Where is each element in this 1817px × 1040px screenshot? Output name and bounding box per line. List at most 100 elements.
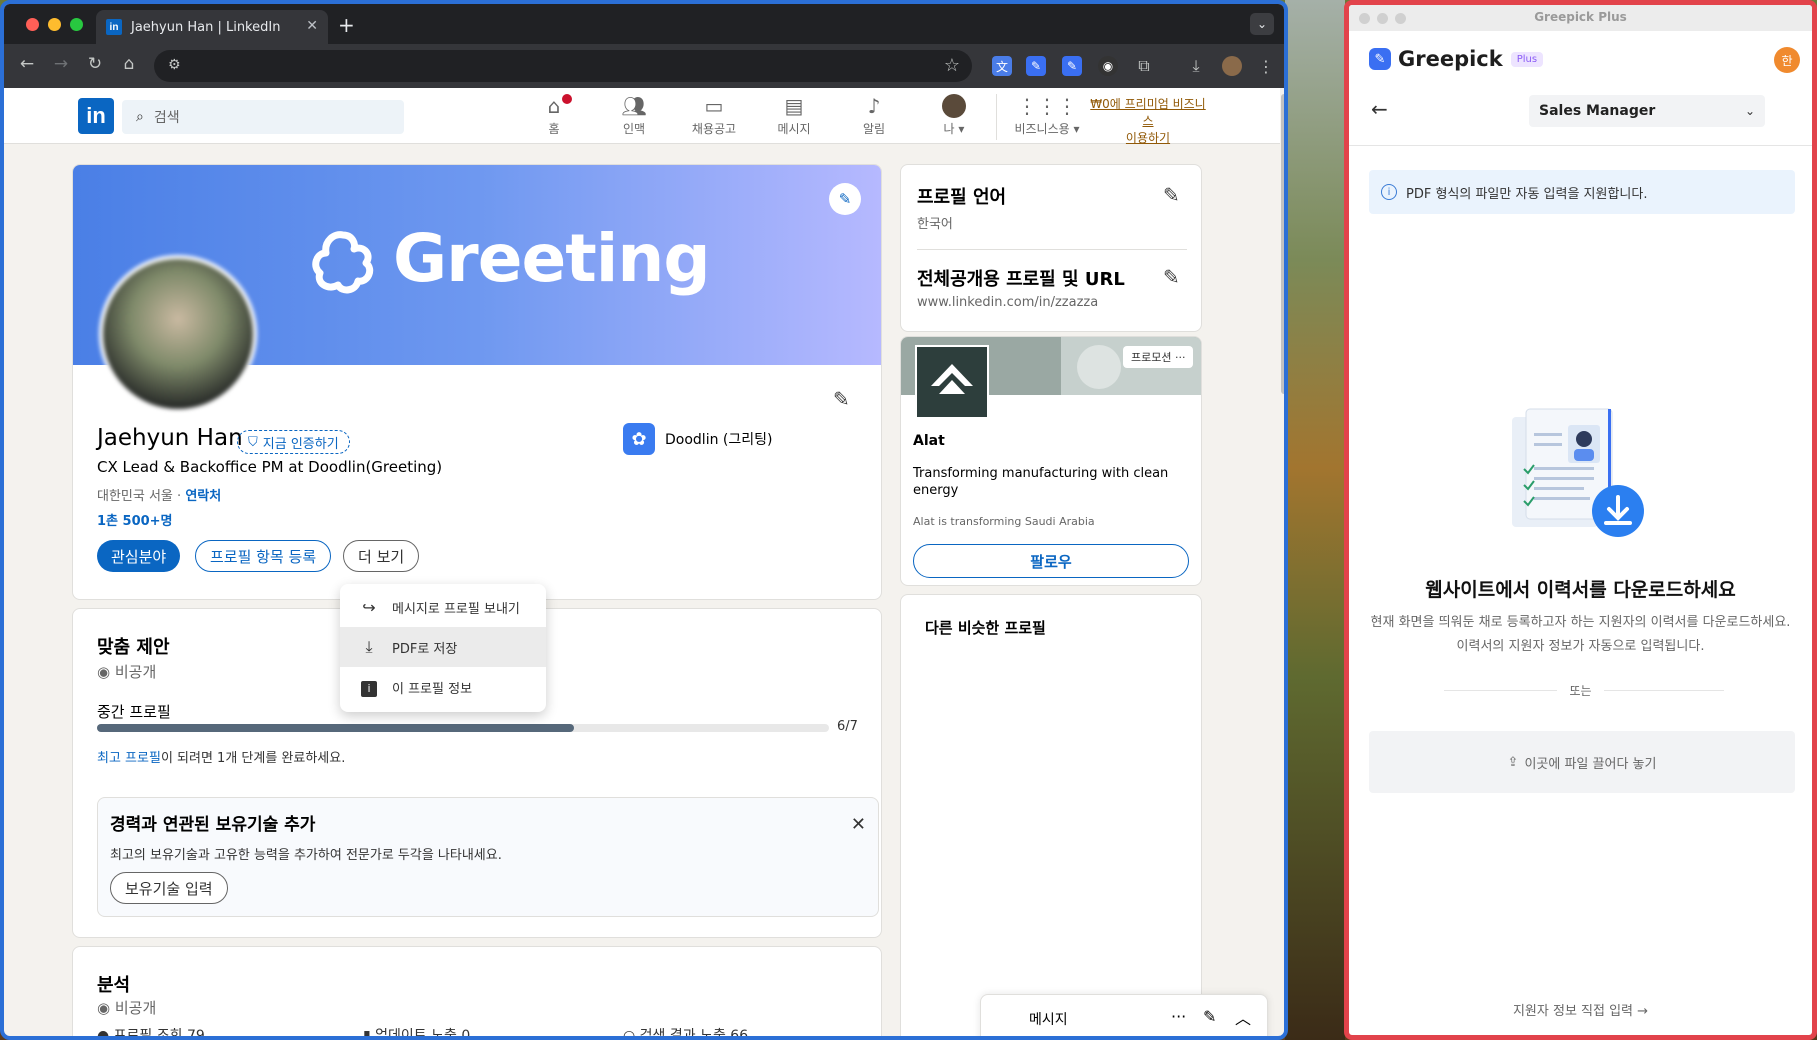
window-controls	[26, 18, 83, 31]
nav-network[interactable]: 👥︎ 인맥	[596, 94, 672, 137]
minimize-window-button[interactable]	[48, 18, 61, 31]
me-avatar-icon	[916, 94, 992, 120]
page-scrollbar[interactable]	[1280, 88, 1284, 1036]
edit-url-icon[interactable]: ✎	[1163, 265, 1180, 289]
close-window-button[interactable]	[1359, 13, 1370, 24]
search-input[interactable]: ⌕ 검색	[122, 100, 404, 134]
nav-jobs-label: 채용공고	[691, 122, 737, 136]
or-label: 또는	[1349, 682, 1812, 699]
dismiss-icon[interactable]: ✕	[851, 814, 866, 835]
scrollbar-thumb[interactable]	[1281, 94, 1284, 394]
stat-post-impressions[interactable]: ▮ 업데이트 노출 0	[363, 1025, 470, 1036]
download-desc1: 현재 화면을 띄워둔 채로 등록하고자 하는 지원자의 이력서를 다운로드하세요…	[1370, 615, 1791, 630]
nav-messaging[interactable]: ▤ 메시지	[756, 94, 832, 137]
greepick-plus-extension-icon[interactable]: ✎	[1062, 56, 1082, 76]
skills-suggestion-box: 경력과 연관된 보유기술 추가 최고의 보유기술과 고유한 능력을 추가하여 전…	[97, 797, 879, 917]
search-placeholder: 검색	[153, 110, 180, 126]
more-options-icon[interactable]: ···	[1175, 351, 1186, 364]
back-arrow-icon[interactable]: ←	[1371, 97, 1388, 121]
promoted-label: 프로모션 ···	[1123, 346, 1194, 368]
similar-title: 다른 비슷한 프로필	[925, 619, 1046, 637]
greepick-logo-icon: ✎	[1369, 48, 1391, 70]
edit-banner-icon[interactable]: ✎	[829, 183, 861, 215]
nav-notifications[interactable]: ♪ 알림	[836, 94, 912, 137]
bookmark-star-icon[interactable]: ☆	[944, 55, 960, 76]
stat-label: 프로필 조회 79	[113, 1028, 205, 1040]
file-drop-zone[interactable]: ⇪ 이곳에 파일 끌어다 놓기	[1369, 731, 1795, 793]
linkedin-logo[interactable]: in	[78, 98, 114, 134]
send-profile-menu-item[interactable]: ↪ 메시지로 프로필 보내기	[340, 587, 546, 627]
add-skill-button[interactable]: 보유기술 입력	[110, 872, 228, 904]
compose-icon[interactable]: ✎	[1203, 1007, 1216, 1026]
search-icon: ⌕	[136, 109, 144, 125]
minimize-window-button[interactable]	[1377, 13, 1388, 24]
downloads-icon[interactable]: ⤓	[1186, 56, 1206, 76]
forward-icon[interactable]: →	[50, 54, 72, 74]
stat-profile-views[interactable]: ● 프로필 조회 79	[97, 1025, 205, 1040]
close-tab-icon[interactable]: ✕	[306, 18, 318, 34]
close-window-button[interactable]	[26, 18, 39, 31]
progress-fill	[97, 724, 574, 732]
promo-banner-circle	[1077, 345, 1121, 389]
job-select[interactable]: Sales Manager ⌄	[1529, 95, 1765, 127]
zoom-window-button[interactable]	[1395, 13, 1406, 24]
premium-line2: 이용하기	[1125, 131, 1171, 145]
address-bar[interactable]: ⚙ ☆	[154, 50, 972, 82]
add-profile-section-button[interactable]: 프로필 항목 등록	[195, 540, 332, 572]
zoom-window-button[interactable]	[70, 18, 83, 31]
premium-link[interactable]: ₩0에 프리미엄 비즈니스 이용하기	[1087, 96, 1209, 147]
greepick-window-controls	[1359, 13, 1406, 24]
more-icon[interactable]: ···	[1171, 1007, 1186, 1026]
grid-icon: ⋮⋮⋮	[1017, 94, 1077, 118]
all-star-link[interactable]: 최고 프로필	[97, 751, 161, 766]
current-company[interactable]: ✿ Doodlin (그리팅)	[623, 423, 772, 455]
analytics-card: 분석 ◉ 비공개 ● 프로필 조회 79 ▮ 업데이트 노출 0 ○ 검색 결과…	[72, 946, 882, 1040]
extension-icon[interactable]: ◉	[1098, 56, 1118, 76]
download-heading: 웹사이트에서 이력서를 다운로드하세요	[1425, 579, 1736, 601]
nav-jobs[interactable]: ▭ 채용공고	[676, 94, 752, 137]
verify-button[interactable]: ⛉ 지금 인증하기	[237, 430, 350, 454]
promo-company[interactable]: Alat	[913, 433, 945, 449]
menu-item-label: PDF로 저장	[392, 641, 458, 657]
new-tab-button[interactable]: +	[338, 13, 355, 37]
direct-input-link[interactable]: 지원자 정보 직접 입력 →	[1349, 1000, 1812, 1019]
translate-extension-icon[interactable]: 文	[992, 56, 1012, 76]
user-avatar[interactable]: 한	[1774, 47, 1800, 73]
open-to-button[interactable]: 관심분야	[97, 540, 181, 572]
reload-icon[interactable]: ↻	[84, 54, 106, 74]
profile-avatar-icon[interactable]	[1222, 56, 1242, 76]
edit-language-icon[interactable]: ✎	[1163, 183, 1180, 207]
profile-photo[interactable]	[99, 255, 257, 413]
greepick-extension-icon[interactable]: ✎	[1026, 56, 1046, 76]
about-profile-menu-item[interactable]: i 이 프로필 정보	[340, 667, 546, 707]
follow-button[interactable]: 팔로우	[913, 544, 1189, 578]
edit-intro-icon[interactable]: ✎	[833, 387, 850, 411]
profile-progress-bar	[97, 724, 829, 732]
chrome-menu-icon[interactable]: ⋮	[1256, 56, 1276, 76]
browser-tab[interactable]: in Jaehyun Han | LinkedIn ✕	[96, 10, 328, 44]
profile-name: Jaehyun Han	[97, 425, 243, 451]
home-icon: ⌂	[516, 92, 592, 120]
stat-search-appearances[interactable]: ○ 검색 결과 노출 66	[623, 1025, 748, 1036]
tab-search-icon[interactable]: ⌄	[1250, 13, 1274, 35]
connections-link[interactable]: 1촌 500+명	[97, 510, 173, 529]
nav-me[interactable]: 나 ▾	[916, 94, 992, 137]
profile-language-value: 한국어	[917, 217, 953, 232]
nav-business[interactable]: ⋮⋮⋮ 비즈니스용 ▾	[1002, 94, 1092, 137]
site-info-icon[interactable]: ⚙	[168, 57, 181, 73]
extensions-puzzle-icon[interactable]: ⧉	[1134, 56, 1154, 76]
privacy-text: 비공개	[114, 663, 157, 681]
back-icon[interactable]: ←	[16, 54, 38, 74]
contact-info-link[interactable]: 연락처	[185, 489, 221, 504]
chevron-up-icon[interactable]: ︿	[1235, 1005, 1251, 1029]
save-pdf-menu-item[interactable]: ⤓ PDF로 저장	[340, 627, 546, 667]
menu-item-label: 이 프로필 정보	[392, 681, 473, 697]
messaging-bar[interactable]: 메시지 ··· ✎ ︿	[980, 994, 1268, 1036]
home-icon[interactable]: ⌂	[118, 54, 140, 74]
promo-description: Transforming manufacturing with clean en…	[913, 466, 1169, 498]
nav-home[interactable]: ⌂ 홈	[516, 92, 592, 137]
info-text: PDF 형식의 파일만 자동 입력을 지원합니다.	[1406, 186, 1648, 202]
divider	[1349, 145, 1812, 146]
promoted-card: 프로모션 ··· Alat Transforming manufacturing…	[900, 336, 1202, 586]
more-button[interactable]: 더 보기	[343, 540, 420, 572]
